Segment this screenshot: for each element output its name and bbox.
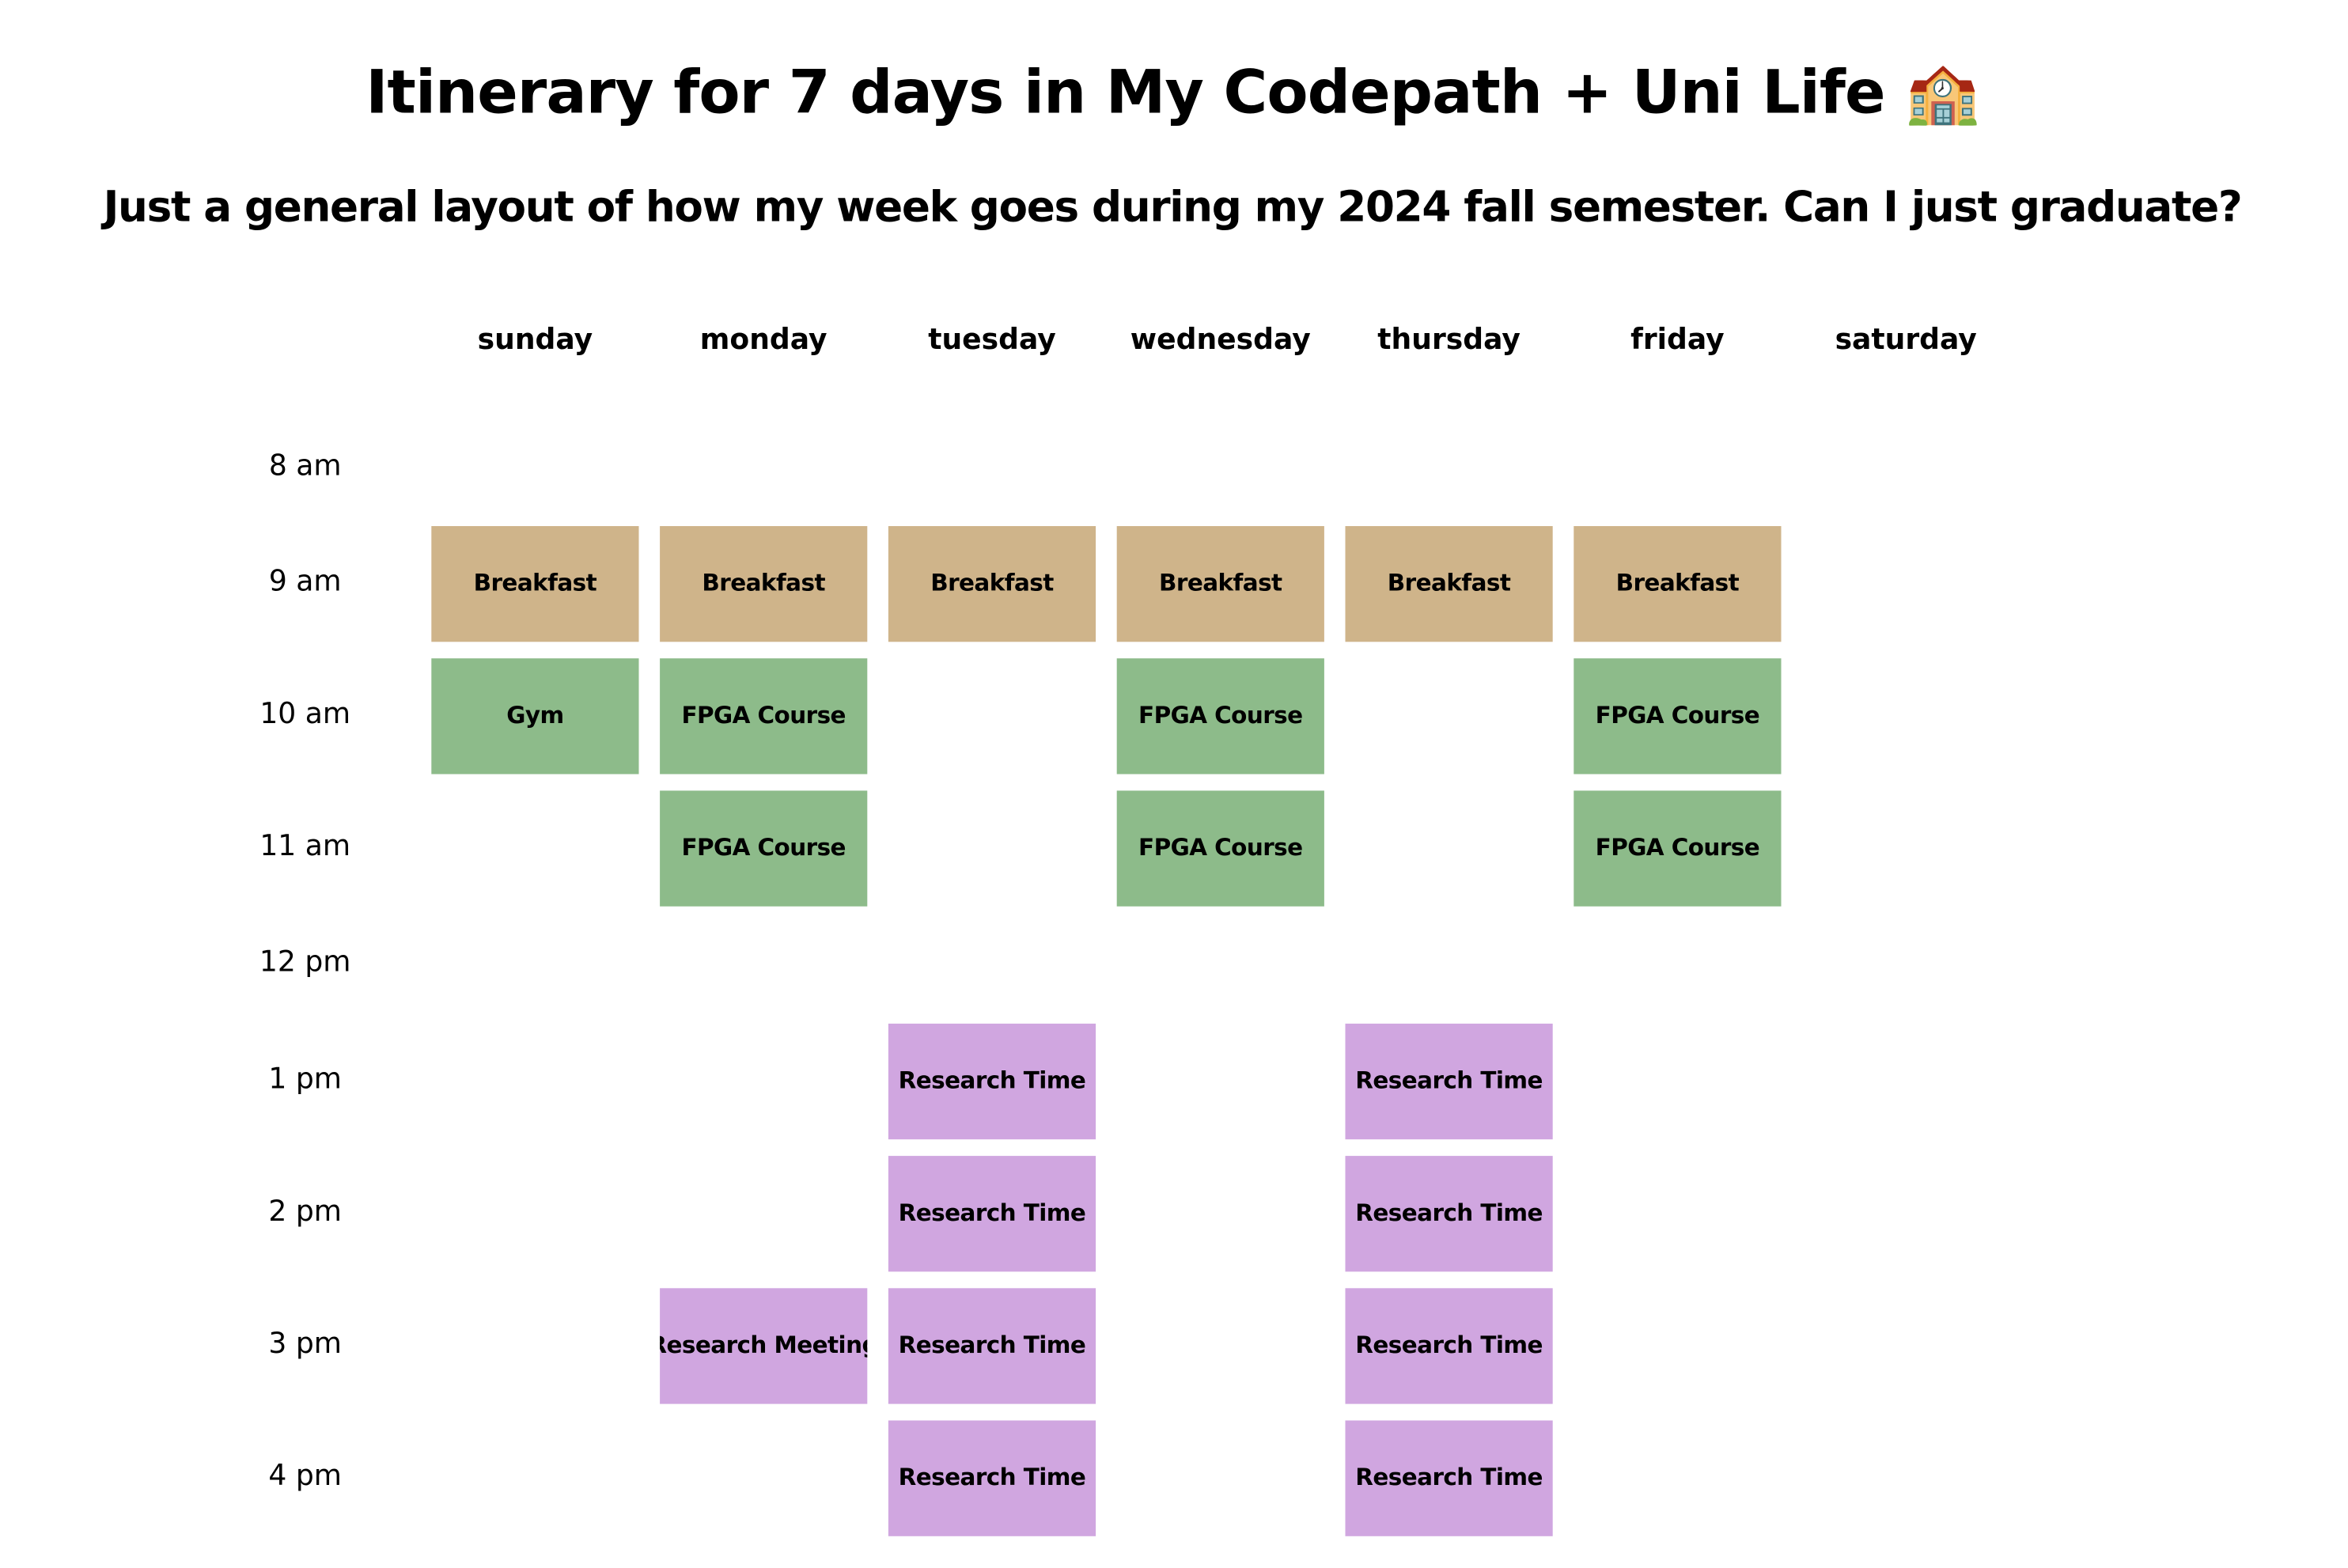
day-header-wednesday: wednesday [1130, 323, 1311, 357]
event-block-breakfast[interactable]: Breakfast [1574, 525, 1782, 642]
event-block-breakfast[interactable]: Breakfast [888, 525, 1096, 642]
event-block-fpga-course[interactable]: FPGA Course [1574, 790, 1782, 906]
event-label: Breakfast [702, 570, 825, 597]
event-label: Research Time [1355, 1464, 1543, 1491]
event-label: FPGA Course [681, 702, 846, 729]
day-header-saturday: saturday [1835, 323, 1977, 357]
event-block-breakfast[interactable]: Breakfast [1116, 525, 1324, 642]
event-label: Research Time [898, 1464, 1086, 1491]
event-block-research-time[interactable]: Research Time [1345, 1022, 1553, 1139]
event-label: Breakfast [1615, 570, 1740, 597]
event-label: Breakfast [1158, 570, 1282, 597]
event-block-breakfast[interactable]: Breakfast [431, 525, 639, 642]
time-label-8-am: 8 am [268, 449, 342, 483]
event-block-fpga-course[interactable]: FPGA Course [1116, 790, 1324, 906]
time-label-3-pm: 3 pm [268, 1327, 342, 1361]
event-label: Research Time [1355, 1067, 1543, 1095]
event-label: Research Meeting [660, 1331, 868, 1359]
day-header-friday: friday [1630, 323, 1725, 357]
day-header-sunday: sunday [477, 323, 593, 357]
event-block-research-time[interactable]: Research Time [888, 1287, 1096, 1403]
page-subtitle: Just a general layout of how my week goe… [103, 181, 2243, 232]
event-label: Research Time [898, 1199, 1086, 1227]
time-label-12-pm: 12 pm [259, 945, 351, 979]
event-block-research-meeting[interactable]: Research Meeting [660, 1287, 868, 1403]
event-label: Research Time [1355, 1331, 1543, 1359]
event-label: Research Time [898, 1067, 1086, 1095]
time-label-11-am: 11 am [259, 829, 351, 863]
event-block-research-time[interactable]: Research Time [1345, 1155, 1553, 1271]
page-title: Itinerary for 7 days in My Codepath + Un… [365, 59, 1979, 128]
event-label: Research Time [1355, 1199, 1543, 1227]
event-label: FPGA Course [1138, 834, 1303, 862]
event-label: Breakfast [1387, 570, 1511, 597]
day-header-thursday: thursday [1377, 323, 1521, 357]
time-label-1-pm: 1 pm [268, 1062, 342, 1096]
event-label: FPGA Course [1138, 702, 1303, 729]
event-block-research-time[interactable]: Research Time [888, 1022, 1096, 1139]
event-label: Gym [506, 702, 564, 729]
time-label-9-am: 9 am [268, 565, 342, 599]
time-label-10-am: 10 am [259, 697, 351, 731]
event-block-fpga-course[interactable]: FPGA Course [1116, 657, 1324, 774]
event-block-research-time[interactable]: Research Time [888, 1419, 1096, 1536]
event-block-research-time[interactable]: Research Time [888, 1155, 1096, 1271]
event-label: FPGA Course [1595, 702, 1760, 729]
event-label: Research Time [898, 1331, 1086, 1359]
time-label-2-pm: 2 pm [268, 1195, 342, 1229]
event-label: Breakfast [473, 570, 597, 597]
itinerary-page: Itinerary for 7 days in My Codepath + Un… [0, 0, 2345, 1563]
day-header-tuesday: tuesday [928, 323, 1056, 357]
event-block-fpga-course[interactable]: FPGA Course [660, 657, 868, 774]
event-block-research-time[interactable]: Research Time [1345, 1287, 1553, 1403]
event-label: FPGA Course [1595, 834, 1760, 862]
day-header-monday: monday [699, 323, 827, 357]
event-block-fpga-course[interactable]: FPGA Course [660, 790, 868, 906]
event-block-research-time[interactable]: Research Time [1345, 1419, 1553, 1536]
event-label: Breakfast [930, 570, 1054, 597]
event-block-breakfast[interactable]: Breakfast [1345, 525, 1553, 642]
event-block-fpga-course[interactable]: FPGA Course [1574, 657, 1782, 774]
event-label: FPGA Course [681, 834, 846, 862]
event-block-breakfast[interactable]: Breakfast [660, 525, 868, 642]
time-label-4-pm: 4 pm [268, 1459, 342, 1493]
event-block-gym[interactable]: Gym [431, 657, 639, 774]
